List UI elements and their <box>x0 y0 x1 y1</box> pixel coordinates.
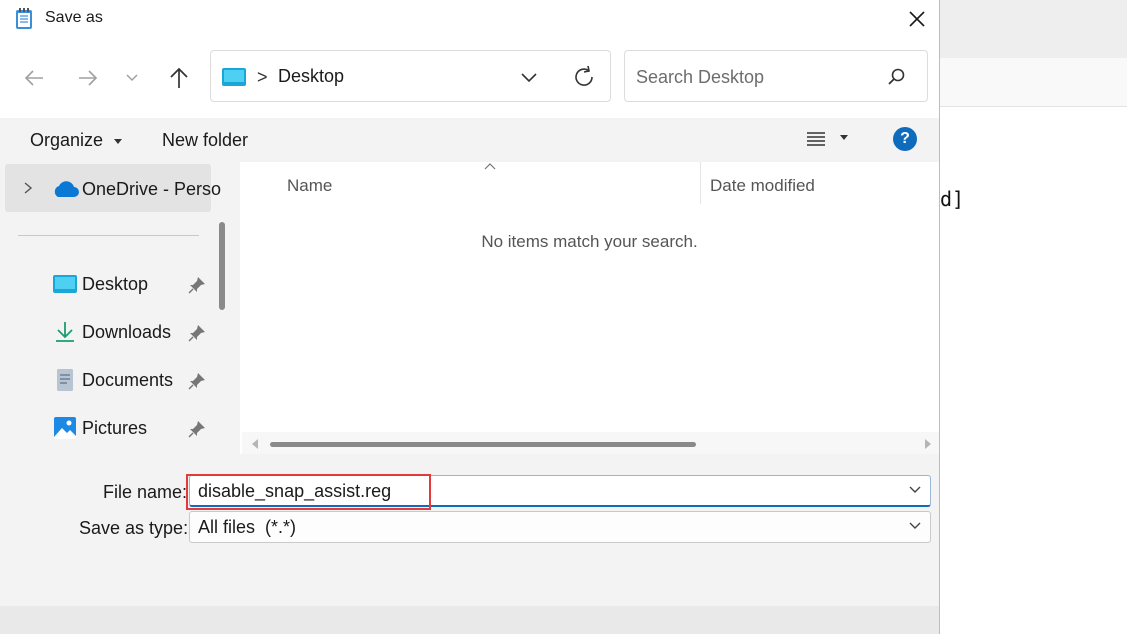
pictures-icon <box>54 417 76 439</box>
sidebar-item-pictures[interactable]: Pictures <box>0 408 210 448</box>
nav-divider <box>18 235 199 236</box>
dialog-titlebar: Save as <box>0 0 939 38</box>
new-folder-button[interactable]: New folder <box>162 130 248 151</box>
command-bar: Organize New folder ? <box>0 118 939 162</box>
notepad-icon <box>16 8 32 29</box>
save-as-dialog: Save as > Desktop Search Desktop Organiz… <box>0 0 940 634</box>
column-header-name[interactable]: Name <box>287 176 332 196</box>
sidebar-item-label: Desktop <box>82 274 149 294</box>
forward-button[interactable] <box>74 64 102 92</box>
sidebar-item-label: Downloads <box>82 322 172 342</box>
help-button[interactable]: ? <box>893 127 917 151</box>
organize-label: Organize <box>30 130 104 150</box>
sort-ascending-icon <box>484 163 496 170</box>
organize-button[interactable]: Organize <box>30 130 123 151</box>
annotation-highlight-box <box>186 474 431 510</box>
sidebar-item-downloads[interactable]: Downloads <box>0 312 210 352</box>
background-notepad-window: d] <box>940 0 1127 634</box>
vertical-scrollbar[interactable] <box>219 222 225 310</box>
sidebar-item-label: Pictures <box>82 418 148 438</box>
breadcrumb-desktop[interactable]: Desktop <box>278 66 344 87</box>
arrow-up-icon <box>170 67 188 88</box>
background-editor-text: d] <box>940 187 965 211</box>
sidebar-item-documents[interactable]: Documents <box>0 360 210 400</box>
view-list-icon[interactable] <box>806 130 826 148</box>
dialog-title: Save as <box>45 9 103 26</box>
save-as-type-select[interactable]: All files (*.*) <box>189 511 931 543</box>
horizontal-scrollbar[interactable] <box>242 432 939 454</box>
pin-icon[interactable] <box>188 324 206 342</box>
chevron-right-icon[interactable] <box>23 182 33 194</box>
chevron-down-icon[interactable] <box>517 65 541 89</box>
chevron-down-icon[interactable] <box>908 485 922 495</box>
download-icon <box>56 322 74 342</box>
chevron-down-icon[interactable] <box>908 521 922 531</box>
breadcrumb-separator[interactable]: > <box>257 67 268 88</box>
up-button[interactable] <box>165 64 193 92</box>
file-list-pane[interactable]: Name Date modified No items match your s… <box>240 162 939 454</box>
search-box[interactable]: Search Desktop <box>624 50 928 102</box>
sidebar-item-onedrive[interactable]: OneDrive - Perso <box>5 164 221 212</box>
save-as-type-label: Save as type: <box>79 518 189 538</box>
sidebar-item-label: OneDrive - Perso <box>82 179 222 199</box>
back-button[interactable] <box>20 64 48 92</box>
save-options-panel: File name: disable_snap_assist.reg Save … <box>0 454 939 606</box>
pin-icon[interactable] <box>188 372 206 390</box>
onedrive-cloud-icon <box>54 181 79 197</box>
caret-down-icon <box>114 138 123 144</box>
pin-icon[interactable] <box>188 420 206 438</box>
view-dropdown-caret-icon[interactable] <box>840 135 848 140</box>
column-header-date-modified[interactable]: Date modified <box>710 176 815 196</box>
scroll-left-icon[interactable] <box>252 439 258 449</box>
address-bar[interactable]: > Desktop <box>210 50 611 102</box>
dialog-footer <box>0 606 939 634</box>
navigation-bar: > Desktop Search Desktop <box>0 38 939 118</box>
background-toolbar <box>940 58 1127 107</box>
search-icon[interactable] <box>887 67 907 87</box>
arrow-right-icon <box>79 70 98 86</box>
chevron-down-icon <box>126 74 138 82</box>
background-editor[interactable]: d] <box>940 107 1127 634</box>
background-titlebar <box>940 0 1127 58</box>
sidebar-item-label: Documents <box>82 370 174 390</box>
pin-icon[interactable] <box>188 276 206 294</box>
empty-message: No items match your search. <box>481 232 698 251</box>
search-input[interactable]: Search Desktop <box>636 67 764 88</box>
navigation-pane: OneDrive - Perso Desktop Downloads Docum… <box>0 162 239 454</box>
recent-locations-button[interactable] <box>118 64 146 92</box>
arrow-left-icon <box>24 70 43 86</box>
documents-icon <box>57 369 73 391</box>
scroll-right-icon[interactable] <box>925 439 931 449</box>
horizontal-scroll-thumb[interactable] <box>270 442 696 447</box>
refresh-icon[interactable] <box>571 64 597 90</box>
close-icon <box>908 11 925 27</box>
file-name-label: File name: <box>103 482 188 502</box>
close-button[interactable] <box>894 0 939 38</box>
desktop-folder-icon <box>53 275 77 293</box>
sidebar-item-desktop[interactable]: Desktop <box>0 264 210 304</box>
desktop-folder-icon <box>222 68 246 86</box>
column-divider[interactable] <box>700 162 701 204</box>
save-as-type-value[interactable]: All files (*.*) <box>198 517 296 538</box>
